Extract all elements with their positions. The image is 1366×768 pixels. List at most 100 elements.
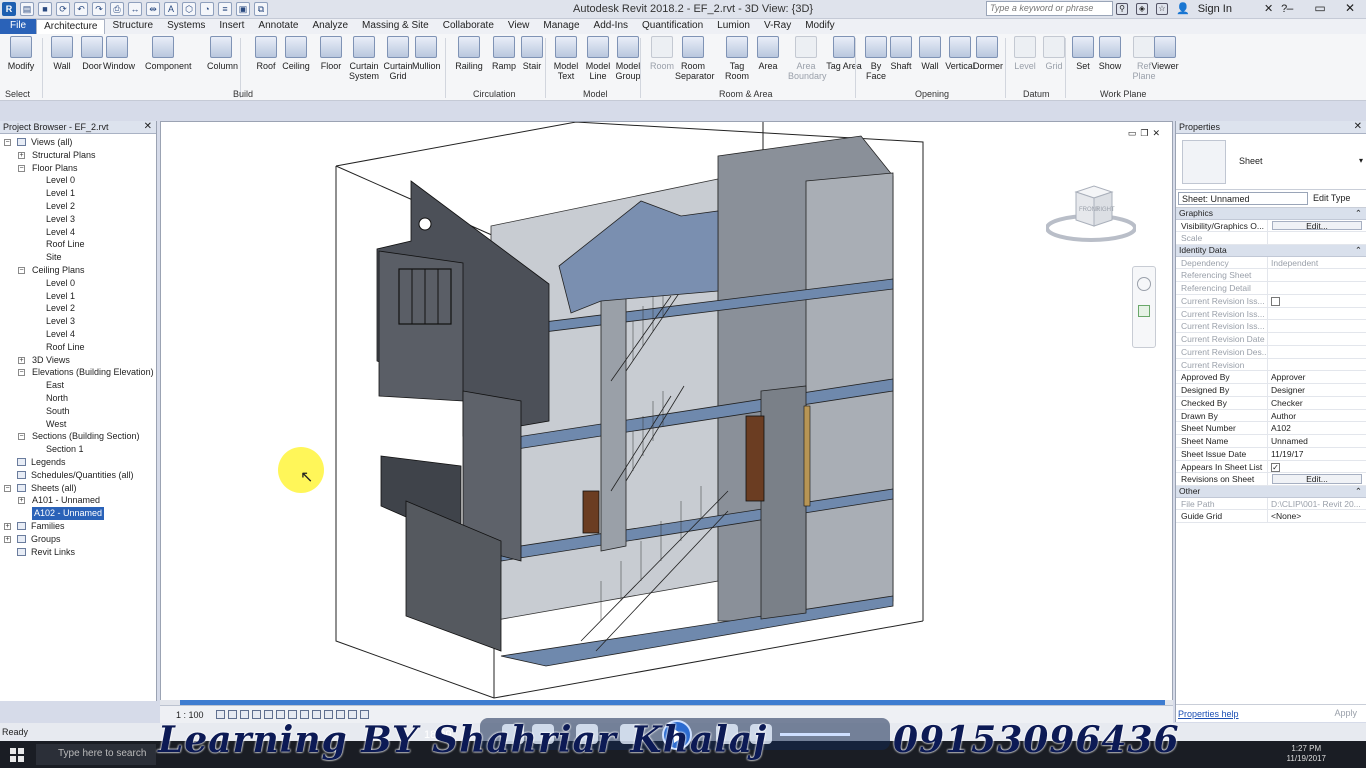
minimize-icon[interactable]: – xyxy=(1280,1,1300,15)
ribbon-tool-set[interactable]: Set xyxy=(1069,36,1097,71)
sync-icon[interactable]: ⟳ xyxy=(56,2,70,16)
tree-node[interactable]: Level 3 xyxy=(0,213,156,226)
measure-icon[interactable]: ↔ xyxy=(128,2,142,16)
section-icon[interactable]: ◔ xyxy=(200,2,214,16)
collapse-icon[interactable]: ⌃ xyxy=(1355,245,1362,257)
close-icon[interactable]: ✕ xyxy=(1340,1,1360,15)
tab-view[interactable]: View xyxy=(501,19,537,34)
ribbon-tool-area[interactable]: Area xyxy=(754,36,782,71)
ribbon-panel-label[interactable]: Room & Area xyxy=(719,89,773,99)
save-icon[interactable]: ■ xyxy=(38,2,52,16)
expand-icon[interactable]: + xyxy=(18,151,25,159)
ribbon-tool-area-boundary[interactable]: Area Boundary xyxy=(788,36,827,81)
tab-insert[interactable]: Insert xyxy=(212,19,251,34)
worksharing-icon[interactable] xyxy=(336,710,345,719)
instance-filter-dropdown[interactable]: Sheet: Unnamed xyxy=(1178,192,1308,205)
ribbon-tool-modify[interactable]: Modify xyxy=(7,36,35,71)
tab-architecture[interactable]: Architecture xyxy=(36,19,106,34)
viewcube-right-label[interactable]: RIGHT xyxy=(1096,207,1115,213)
property-value[interactable]: Approver xyxy=(1268,371,1366,383)
tree-node[interactable]: Roof Line xyxy=(0,341,156,354)
tree-node[interactable]: − Floor Plans xyxy=(0,162,156,175)
close-icon[interactable]: ✕ xyxy=(144,121,152,132)
tree-node[interactable]: − Sections (Building Section) xyxy=(0,430,156,443)
ribbon-tool-curtain-grid[interactable]: Curtain Grid xyxy=(380,36,416,81)
unlock-view-icon[interactable] xyxy=(300,710,309,719)
tree-node[interactable]: West xyxy=(0,418,156,431)
ribbon-tool-railing[interactable]: Railing xyxy=(455,36,483,71)
shadows-icon[interactable] xyxy=(252,710,261,719)
property-value[interactable]: A102 xyxy=(1268,422,1366,434)
close-icon[interactable]: ✕ xyxy=(1354,121,1362,132)
tree-node[interactable]: + Groups xyxy=(0,533,156,546)
tree-node[interactable]: + A101 - Unnamed xyxy=(0,494,156,507)
collapse-icon[interactable]: − xyxy=(18,266,25,274)
subscription-icon[interactable]: ◈ xyxy=(1136,2,1148,15)
ribbon-tool-grid[interactable]: Grid xyxy=(1040,36,1068,71)
ribbon-tool-curtain-system[interactable]: Curtain System xyxy=(346,36,382,81)
viewcube[interactable]: FRONT RIGHT xyxy=(1046,184,1136,244)
3d-view-icon[interactable]: ⬡ xyxy=(182,2,196,16)
ribbon-tool-room[interactable]: Room xyxy=(648,36,676,71)
temp-hide-icon[interactable] xyxy=(312,710,321,719)
ribbon-tool-tag-room[interactable]: Tag Room xyxy=(719,36,755,81)
property-value[interactable]: Unnamed xyxy=(1268,435,1366,447)
type-selector[interactable]: Sheet ▾ xyxy=(1176,134,1366,190)
tree-node[interactable]: Level 4 xyxy=(0,226,156,239)
3d-viewport[interactable]: ▭ ❐ ✕ FRONT RIGHT ↖ xyxy=(160,121,1173,701)
ribbon-tool-ceiling[interactable]: Ceiling xyxy=(282,36,310,71)
ribbon-tool-column[interactable]: Column xyxy=(207,36,238,71)
ribbon-tool-tag-area[interactable]: Tag Area xyxy=(826,36,862,71)
collapse-icon[interactable]: − xyxy=(18,433,25,441)
minimize-icon[interactable]: ▭ xyxy=(1128,128,1137,139)
undo-icon[interactable]: ↶ xyxy=(74,2,88,16)
edit-button[interactable]: Edit... xyxy=(1272,474,1362,484)
tab-structure[interactable]: Structure xyxy=(105,19,160,34)
property-value[interactable]: 11/19/17 xyxy=(1268,448,1366,460)
building-3d-model[interactable] xyxy=(161,122,1173,701)
tree-node[interactable]: Level 4 xyxy=(0,328,156,341)
switch-windows-icon[interactable]: ⧉ xyxy=(254,2,268,16)
tab-v-ray[interactable]: V-Ray xyxy=(757,19,798,34)
tree-node[interactable]: North xyxy=(0,392,156,405)
tree-node[interactable]: Legends xyxy=(0,456,156,469)
expand-icon[interactable]: + xyxy=(4,535,11,543)
tree-node[interactable]: − Sheets (all) xyxy=(0,482,156,495)
ribbon-panel-label[interactable]: Build xyxy=(233,89,253,99)
restore-icon[interactable]: ❐ xyxy=(1140,128,1148,139)
collapse-icon[interactable]: ⌃ xyxy=(1355,486,1362,498)
checkbox[interactable]: ✓ xyxy=(1271,462,1280,472)
ribbon-panel-label[interactable]: Opening xyxy=(915,89,949,99)
search-input[interactable]: Type a keyword or phrase xyxy=(986,1,1113,16)
property-value[interactable]: Checker xyxy=(1268,397,1366,409)
revit-logo-icon[interactable]: R xyxy=(2,2,16,16)
user-icon[interactable]: 👤 xyxy=(1176,2,1190,15)
ribbon-panel-label[interactable]: Model xyxy=(583,89,608,99)
ribbon-panel-label[interactable]: Datum xyxy=(1023,89,1050,99)
property-checkbox-cell[interactable]: ✓ xyxy=(1268,461,1366,473)
tab-lumion[interactable]: Lumion xyxy=(710,19,757,34)
collapse-icon[interactable]: − xyxy=(4,484,11,492)
ribbon-tool-shaft[interactable]: Shaft xyxy=(887,36,915,71)
tab-manage[interactable]: Manage xyxy=(536,19,586,34)
tree-node[interactable]: Schedules/Quantities (all) xyxy=(0,469,156,482)
maximize-icon[interactable]: ▭ xyxy=(1310,1,1330,15)
ribbon-tool-wall[interactable]: Wall xyxy=(916,36,944,71)
tree-node[interactable]: Site xyxy=(0,251,156,264)
expand-icon[interactable]: + xyxy=(18,497,25,505)
detail-level-icon[interactable] xyxy=(216,710,225,719)
tree-node[interactable]: East xyxy=(0,379,156,392)
tree-node[interactable]: + Structural Plans xyxy=(0,149,156,162)
ribbon-tool-wall[interactable]: Wall xyxy=(48,36,76,71)
ribbon-tool-roof[interactable]: Roof xyxy=(252,36,280,71)
apply-button[interactable]: Apply xyxy=(1334,708,1357,718)
ribbon-tool-by-face[interactable]: By Face xyxy=(862,36,890,81)
collapse-icon[interactable]: − xyxy=(4,139,11,146)
tab-analyze[interactable]: Analyze xyxy=(305,19,355,34)
ribbon-tool-window[interactable]: Window xyxy=(103,36,135,71)
close-icon[interactable]: ✕ xyxy=(1152,128,1160,139)
open-icon[interactable]: ▤ xyxy=(20,2,34,16)
redo-icon[interactable]: ↷ xyxy=(92,2,106,16)
ribbon-tool-stair[interactable]: Stair xyxy=(518,36,546,71)
edit-button[interactable]: Edit... xyxy=(1272,220,1362,231)
